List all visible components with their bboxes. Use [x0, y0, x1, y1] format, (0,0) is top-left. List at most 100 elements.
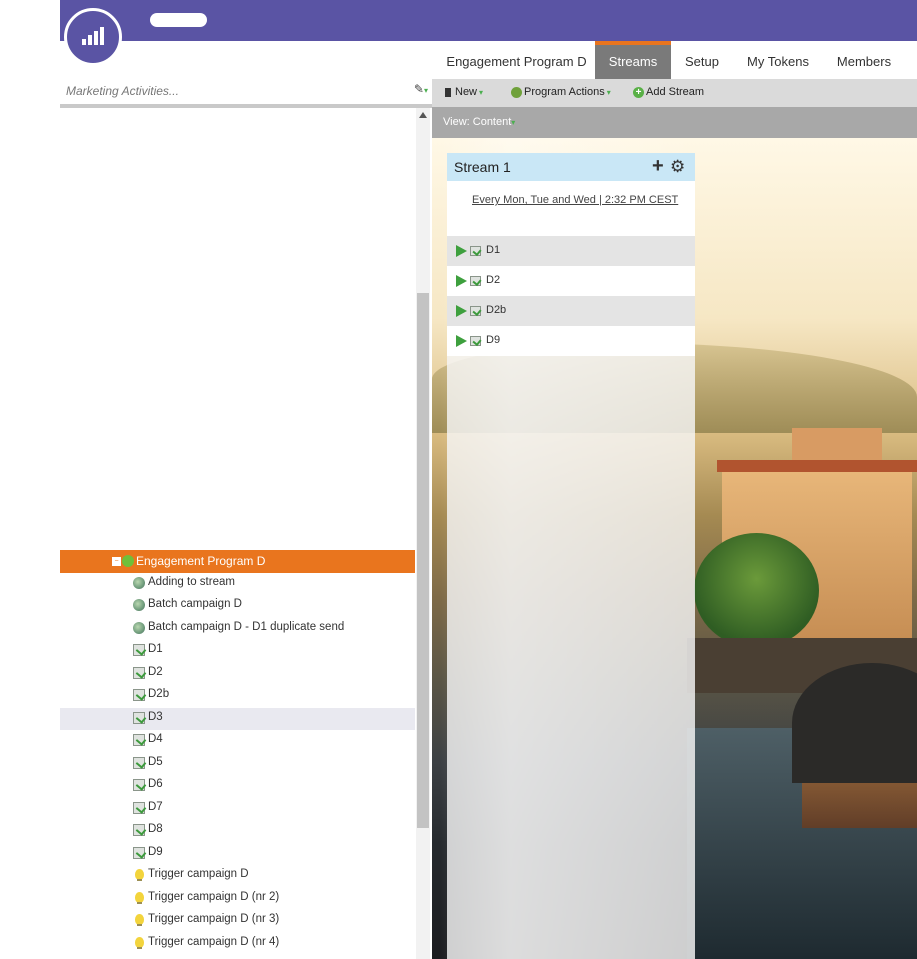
tree-item-label: Trigger campaign D (nr 4) — [148, 936, 280, 948]
logo-bars-icon — [82, 27, 104, 45]
tree-item[interactable]: Trigger campaign D (nr 4) — [60, 933, 415, 955]
cadence-area: Every Mon, Tue and Wed | 2:32 PM CEST — [447, 181, 695, 236]
trigger-bulb-icon — [135, 937, 144, 949]
photo-tree — [694, 533, 819, 648]
tree-item[interactable]: D9 — [60, 843, 415, 865]
campaign-icon — [133, 622, 145, 634]
scroll-up-arrow-icon[interactable] — [419, 112, 427, 118]
tree-node-engagement-program[interactable]: − Engagement Program D — [60, 550, 415, 573]
tree-item-label: Batch campaign D — [148, 598, 242, 610]
new-icon — [445, 87, 451, 97]
tree-item-label: D5 — [148, 756, 163, 768]
tree-item[interactable]: Adding to stream — [60, 573, 415, 595]
gear-icon[interactable]: ⚙ — [670, 156, 685, 178]
stream-content-label: D2b — [486, 304, 507, 316]
tree-item[interactable]: D2b — [60, 685, 415, 707]
campaign-icon — [133, 599, 145, 611]
tree-search-input[interactable] — [64, 81, 398, 101]
tree-item-label: D3 — [148, 711, 163, 723]
tree-item-label: D8 — [148, 823, 163, 835]
tree-item-label: Trigger campaign D — [148, 868, 249, 880]
tree-item[interactable]: Batch campaign D — [60, 595, 415, 617]
tree-item[interactable]: D5 — [60, 753, 415, 775]
play-icon[interactable] — [456, 275, 467, 287]
scrollbar-thumb[interactable] — [417, 293, 429, 828]
tree-item[interactable]: Trigger campaign D (nr 2) — [60, 888, 415, 910]
tab-setup[interactable]: Setup — [675, 45, 729, 79]
program-actions-icon — [511, 86, 522, 98]
collapse-icon[interactable]: − — [112, 557, 121, 566]
stream-content-label: D1 — [486, 244, 501, 256]
email-icon — [133, 667, 145, 679]
view-label: View: Content — [443, 116, 512, 128]
tree-item-label: Trigger campaign D (nr 3) — [148, 913, 280, 925]
play-icon[interactable] — [456, 335, 467, 347]
tree-item-label: D1 — [148, 643, 163, 655]
email-icon — [470, 276, 481, 286]
filter-icon[interactable]: ✎▾ — [414, 82, 428, 96]
dropdown-arrow-icon: ▾ — [479, 88, 484, 97]
campaign-icon — [133, 577, 145, 589]
add-content-icon[interactable]: + — [652, 155, 664, 177]
view-content-dropdown[interactable]: View: Content▾ — [443, 116, 515, 128]
stream-content-row[interactable]: D2 — [447, 266, 695, 296]
tree-item[interactable]: Batch campaign D - D1 duplicate send — [60, 618, 415, 640]
stream-content-row[interactable]: D2b — [447, 296, 695, 326]
tab-streams[interactable]: Streams — [595, 41, 671, 79]
marketo-logo[interactable] — [64, 8, 122, 66]
tab-members[interactable]: Members — [827, 45, 901, 79]
add-stream-button[interactable]: + Add Stream — [633, 86, 704, 98]
stream-header: Stream 1 + ⚙ — [447, 153, 695, 181]
new-menu-button[interactable]: New ▾ — [445, 86, 483, 98]
email-icon — [133, 734, 145, 746]
program-tabs: Engagement Program D Streams Setup My To… — [432, 41, 917, 79]
stream-cadence-link[interactable]: Every Mon, Tue and Wed | 2:32 PM CEST — [472, 194, 678, 206]
email-icon — [133, 802, 145, 814]
stream-title[interactable]: Stream 1 — [454, 159, 511, 175]
tree-item[interactable]: D2 — [60, 663, 415, 685]
stream-content-label: D9 — [486, 334, 501, 346]
tree-scrollbar[interactable] — [416, 108, 430, 959]
new-menu-label: New — [455, 86, 478, 98]
program-actions-label: Program Actions — [524, 86, 605, 98]
dropdown-arrow-icon: ▾ — [511, 118, 516, 127]
program-detail-panel: Engagement Program D Streams Setup My To… — [432, 41, 917, 959]
email-icon — [133, 779, 145, 791]
tab-engagement-program[interactable]: Engagement Program D — [438, 45, 595, 79]
trigger-bulb-icon — [135, 914, 144, 926]
tree-search-row: ✎▾ — [60, 78, 432, 108]
trigger-bulb-icon — [135, 869, 144, 881]
tree-item-label: Adding to stream — [148, 576, 235, 588]
tree-item[interactable]: D8 — [60, 820, 415, 842]
program-actions-menu-button[interactable]: Program Actions ▾ — [511, 86, 611, 98]
tab-my-tokens[interactable]: My Tokens — [738, 45, 818, 79]
email-icon — [470, 246, 481, 256]
tree-item-label: D2b — [148, 688, 170, 700]
stream-content-row[interactable]: D1 — [447, 236, 695, 266]
tree-item-label: Trigger campaign D (nr 2) — [148, 891, 280, 903]
email-icon — [133, 824, 145, 836]
user-name-redacted[interactable] — [150, 13, 207, 27]
tree-item[interactable]: Trigger campaign D (nr 3) — [60, 910, 415, 932]
photo-roof — [717, 460, 917, 472]
tree-item[interactable]: D4 — [60, 730, 415, 752]
tree-item-label: Batch campaign D - D1 duplicate send — [148, 621, 345, 633]
tree-item-label: D6 — [148, 778, 163, 790]
tree-item[interactable]: Trigger campaign D — [60, 865, 415, 887]
play-icon[interactable] — [456, 245, 467, 257]
view-bar: View: Content▾ — [432, 107, 917, 138]
add-stream-label: Add Stream — [646, 86, 705, 98]
email-icon — [133, 689, 145, 701]
stream-content-row[interactable]: D9 — [447, 326, 695, 356]
email-icon — [470, 336, 481, 346]
tree-item[interactable]: D3 — [60, 708, 415, 730]
play-icon[interactable] — [456, 305, 467, 317]
tree-item-label: D2 — [148, 666, 163, 678]
email-icon — [133, 757, 145, 769]
tree-item-label: D4 — [148, 733, 163, 745]
tree-item[interactable]: D7 — [60, 798, 415, 820]
tree-item-label: D9 — [148, 846, 163, 858]
tree-item[interactable]: D1 — [60, 640, 415, 662]
tree-item[interactable]: D6 — [60, 775, 415, 797]
stream-content-label: D2 — [486, 274, 501, 286]
